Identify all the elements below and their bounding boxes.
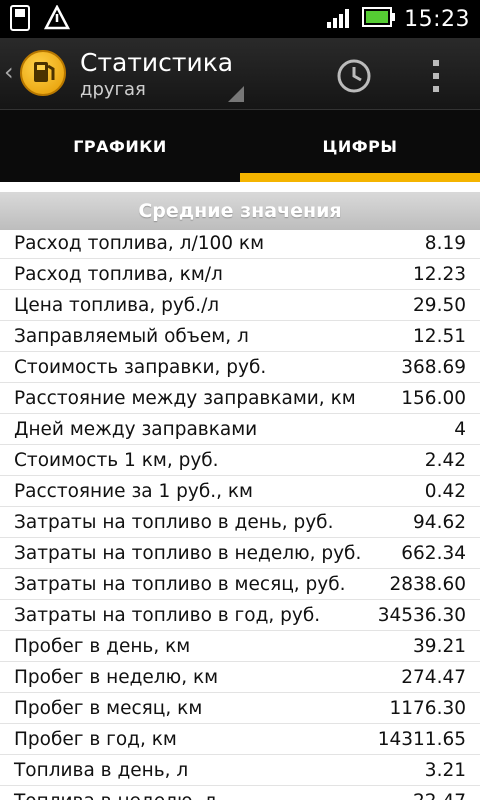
stat-value: 368.69 <box>401 356 466 378</box>
stats-content[interactable]: Средние значения Расход топлива, л/100 к… <box>0 182 480 800</box>
stat-label: Затраты на топливо в неделю, руб. <box>14 542 362 564</box>
stat-value: 2838.60 <box>389 573 466 595</box>
stat-value: 8.19 <box>424 232 466 254</box>
stat-label: Стоимость 1 км, руб. <box>14 449 219 471</box>
stat-value: 14311.65 <box>377 728 466 750</box>
stat-row: Затраты на топливо в год, руб. 34536.30 <box>0 600 480 631</box>
back-chevron-icon[interactable]: ‹ <box>4 60 14 84</box>
stat-row: Заправляемый объем, л 12.51 <box>0 321 480 352</box>
sd-card-icon <box>10 5 30 35</box>
stat-label: Расстояние за 1 руб., км <box>14 480 254 502</box>
stat-row: Стоимость заправки, руб. 368.69 <box>0 352 480 383</box>
stat-label: Цена топлива, руб./л <box>14 294 220 316</box>
stat-row: Пробег в неделю, км 274.47 <box>0 662 480 693</box>
stat-label: Дней между заправками <box>14 418 258 440</box>
stat-label: Пробег в неделю, км <box>14 666 219 688</box>
cell-signal-icon <box>326 4 354 34</box>
page-title: Статистика <box>80 48 234 77</box>
stat-label: Стоимость заправки, руб. <box>14 356 267 378</box>
stat-value: 12.51 <box>413 325 466 347</box>
stat-label: Расстояние между заправками, км <box>14 387 356 409</box>
overflow-menu-icon[interactable] <box>426 56 446 96</box>
stat-label: Затраты на топливо в месяц, руб. <box>14 573 346 595</box>
stat-value: 3.21 <box>424 759 466 781</box>
stat-label: Расход топлива, л/100 км <box>14 232 265 254</box>
stat-row: Расстояние за 1 руб., км 0.42 <box>0 476 480 507</box>
stat-value: 34536.30 <box>377 604 466 626</box>
page-subtitle-spinner[interactable]: другая <box>80 79 146 100</box>
stat-label: Пробег в месяц, км <box>14 697 203 719</box>
fuel-pump-icon[interactable] <box>20 50 66 96</box>
stat-row: Пробег в день, км 39.21 <box>0 631 480 662</box>
scrolled-previous-row <box>0 182 480 192</box>
stat-value: 29.50 <box>413 294 466 316</box>
stat-value: 662.34 <box>401 542 466 564</box>
stat-row: Расход топлива, л/100 км 8.19 <box>0 228 480 259</box>
stat-value: 156.00 <box>401 387 466 409</box>
stat-row: Затраты на топливо в месяц, руб. 2838.60 <box>0 569 480 600</box>
stat-label: Топлива в день, л <box>14 759 189 781</box>
stat-row: Расход топлива, км/л 12.23 <box>0 259 480 290</box>
tab-graphs[interactable]: ГРАФИКИ <box>0 110 240 182</box>
stat-row: Дней между заправками 4 <box>0 414 480 445</box>
stat-row: Затраты на топливо в неделю, руб. 662.34 <box>0 538 480 569</box>
battery-icon <box>362 6 396 32</box>
stat-row: Топлива в неделю, л 22.47 <box>0 786 480 800</box>
stat-value: 0.42 <box>424 480 466 502</box>
stat-value: 4 <box>454 418 466 440</box>
stat-label: Пробег в год, км <box>14 728 177 750</box>
clock-icon[interactable] <box>334 56 374 96</box>
stat-label: Затраты на топливо в день, руб. <box>14 511 334 533</box>
status-left <box>10 4 71 35</box>
stat-label: Заправляемый объем, л <box>14 325 249 347</box>
stat-value: 2.42 <box>424 449 466 471</box>
stat-value: 12.23 <box>413 263 466 285</box>
section-header-averages: Средние значения <box>0 192 480 230</box>
stats-list: Расход топлива, л/100 км 8.19 Расход топли… <box>0 228 480 800</box>
stat-row: Стоимость 1 км, руб. 2.42 <box>0 445 480 476</box>
spinner-triangle-icon[interactable] <box>228 86 244 102</box>
stat-value: 94.62 <box>413 511 466 533</box>
stat-row: Затраты на топливо в день, руб. 94.62 <box>0 507 480 538</box>
signal-warning-icon <box>43 4 71 35</box>
stat-label: Топлива в неделю, л <box>14 791 216 800</box>
clock-time: 15:23 <box>404 6 470 32</box>
stat-value: 1176.30 <box>389 697 466 719</box>
stat-label: Пробег в день, км <box>14 635 191 657</box>
stat-label: Затраты на топливо в год, руб. <box>14 604 321 626</box>
tab-numbers[interactable]: ЦИФРЫ <box>240 110 480 182</box>
stat-row: Расстояние между заправками, км 156.00 <box>0 383 480 414</box>
status-bar: 15:23 <box>0 0 480 38</box>
stat-value: 22.47 <box>413 791 466 800</box>
stat-label: Расход топлива, км/л <box>14 263 223 285</box>
status-right: 15:23 <box>326 4 470 34</box>
stat-row: Пробег в месяц, км 1176.30 <box>0 693 480 724</box>
stat-value: 39.21 <box>413 635 466 657</box>
stat-row: Топлива в день, л 3.21 <box>0 755 480 786</box>
stat-row: Цена топлива, руб./л 29.50 <box>0 290 480 321</box>
stat-row: Пробег в год, км 14311.65 <box>0 724 480 755</box>
stat-value: 274.47 <box>401 666 466 688</box>
tab-bar: ГРАФИКИ ЦИФРЫ <box>0 110 480 182</box>
